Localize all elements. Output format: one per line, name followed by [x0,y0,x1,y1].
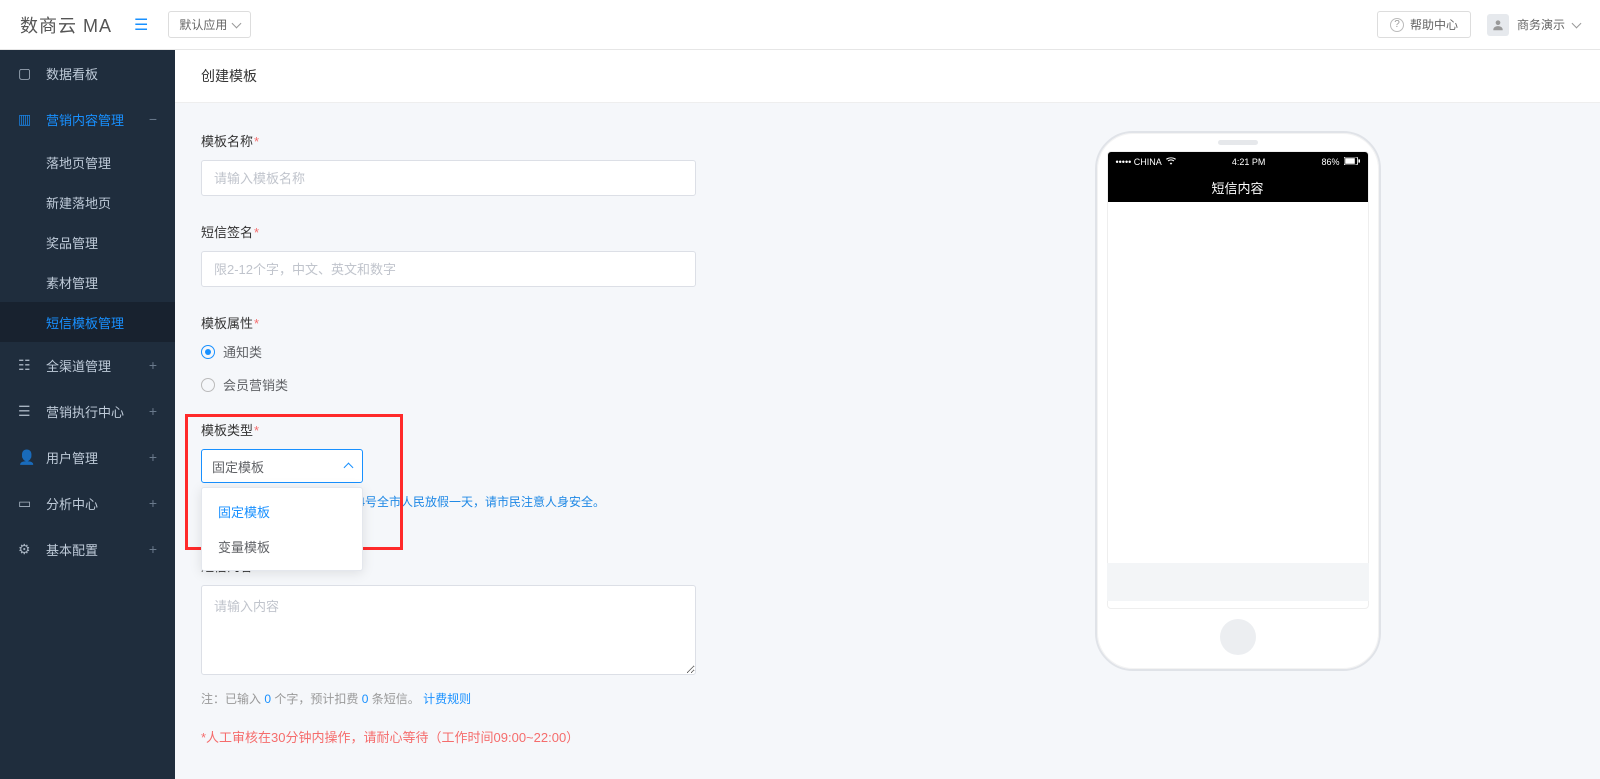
help-center-button[interactable]: ? 帮助中心 [1377,11,1471,38]
monitor-icon: ▭ [18,495,34,512]
dashboard-icon: ▢ [18,65,34,82]
sidebar-item-exec-center[interactable]: ☰ 营销执行中心 + [0,388,175,434]
template-name-input[interactable] [201,160,696,196]
chevron-down-icon [233,18,240,32]
char-counter: 注：已输入 0 个字，预计扣费 0 条短信。 计费规则 [201,690,861,707]
phone-home-button [1220,619,1256,655]
group-template-name: 模板名称* [201,131,861,196]
phone-input-bar [1107,563,1369,601]
expand-icon: + [149,357,157,373]
sidebar-item-prize[interactable]: 奖品管理 [0,222,175,262]
sidebar-item-sms-template[interactable]: 短信模板管理 [0,302,175,342]
help-label: 帮助中心 [1410,16,1458,33]
label-template-attr: 模板属性* [201,313,861,332]
template-type-dropdown: 固定模板 变量模板 [201,487,363,571]
radio-icon [201,345,215,359]
phone-status-bar: ••••• CHINA 4:21 PM 86% [1108,152,1368,172]
question-icon: ? [1390,18,1404,32]
group-template-attr: 模板属性* 通知类 会员营销类 [201,313,861,394]
battery-label: 86% [1321,157,1339,167]
chevron-down-icon [1573,18,1580,32]
logo-main: 数商云 [20,16,77,36]
sidebar-item-marketing-content[interactable]: ▥ 营销内容管理 − [0,96,175,142]
sms-content-textarea[interactable] [201,585,696,675]
sidebar-item-analysis[interactable]: ▭ 分析中心 + [0,480,175,526]
app-logo: 数商云 MA [20,12,112,38]
expand-icon: + [149,495,157,511]
phone-speaker [1218,140,1258,145]
phone-title-bar: 短信内容 [1108,172,1368,202]
app-selector[interactable]: 默认应用 [168,11,251,38]
expand-icon: + [149,449,157,465]
chart-icon: ▥ [18,111,34,128]
template-type-select[interactable]: 固定模板 [201,449,363,483]
form-column: 模板名称* 短信签名* 模板属性* 通知类 会员营销类 [201,131,861,779]
group-sms-sign: 短信签名* [201,222,861,287]
sidebar: ▢ 数据看板 ▥ 营销内容管理 − 落地页管理 新建落地页 奖品管理 素材管理 … [0,50,175,779]
sidebar-item-material[interactable]: 素材管理 [0,262,175,302]
avatar-icon [1487,14,1509,36]
radio-member-marketing[interactable]: 会员营销类 [201,375,861,394]
sidebar-item-label: 全渠道管理 [46,356,111,375]
sidebar-item-label: 营销内容管理 [46,110,124,129]
radio-icon [201,378,215,392]
sidebar-item-label: 用户管理 [46,448,98,467]
sidebar-item-label: 营销执行中心 [46,402,124,421]
chevron-up-icon [345,459,352,474]
page-title: 创建模板 [175,50,1600,103]
dropdown-option-variable[interactable]: 变量模板 [202,529,362,564]
app-selector-label: 默认应用 [179,16,227,33]
sidebar-item-dashboard[interactable]: ▢ 数据看板 [0,50,175,96]
list-icon: ☰ [18,403,34,420]
label-sms-sign: 短信签名* [201,222,861,241]
sidebar-item-user-mgmt[interactable]: 👤 用户管理 + [0,434,175,480]
sidebar-item-new-landing[interactable]: 新建落地页 [0,182,175,222]
select-value: 固定模板 [212,457,264,476]
carrier-label: ••••• CHINA [1116,157,1162,167]
radio-notify[interactable]: 通知类 [201,342,861,361]
user-name: 商务演示 [1517,16,1565,33]
radio-label: 会员营销类 [223,375,288,394]
battery-icon [1344,157,1360,167]
user-icon: 👤 [18,449,34,466]
logo-sub: MA [83,16,112,36]
expand-icon: + [149,403,157,419]
phone-preview-column: ••••• CHINA 4:21 PM 86% [901,131,1574,671]
sidebar-item-label: 数据看板 [46,64,98,83]
group-template-type: 模板类型* 固定模板 固定模板 变量模板 示例：受台风天气影响，9月24号全市人… [201,420,861,510]
gear-icon: ⚙ [18,541,34,558]
label-template-type: 模板类型* [201,420,861,439]
sidebar-item-omnichannel[interactable]: ☷ 全渠道管理 + [0,342,175,388]
sidebar-item-landing[interactable]: 落地页管理 [0,142,175,182]
billing-rules-link[interactable]: 计费规则 [423,692,471,706]
label-template-name: 模板名称* [201,131,861,150]
sidebar-item-label: 基本配置 [46,540,98,559]
main-content: 创建模板 模板名称* 短信签名* 模板属性* 通知类 [175,50,1600,779]
menu-toggle-icon[interactable]: ☰ [134,15,148,35]
dropdown-option-fixed[interactable]: 固定模板 [202,494,362,529]
review-warning: *人工审核在30分钟内操作，请耐心等待（工作时间09:00~22:00） [201,727,861,746]
expand-icon: + [149,541,157,557]
wifi-icon [1166,157,1176,167]
time-label: 4:21 PM [1232,157,1266,167]
sms-sign-input[interactable] [201,251,696,287]
sidebar-item-basic[interactable]: ⚙ 基本配置 + [0,526,175,572]
sidebar-item-label: 分析中心 [46,494,98,513]
radio-label: 通知类 [223,342,262,361]
phone-mockup: ••••• CHINA 4:21 PM 86% [1095,131,1381,671]
group-sms-content: 短信内容* 注：已输入 0 个字，预计扣费 0 条短信。 计费规则 *人工审核在… [201,556,861,746]
top-header: 数商云 MA ☰ 默认应用 ? 帮助中心 商务演示 [0,0,1600,50]
network-icon: ☷ [18,357,34,374]
collapse-icon: − [149,111,157,127]
user-menu[interactable]: 商务演示 [1487,14,1580,36]
